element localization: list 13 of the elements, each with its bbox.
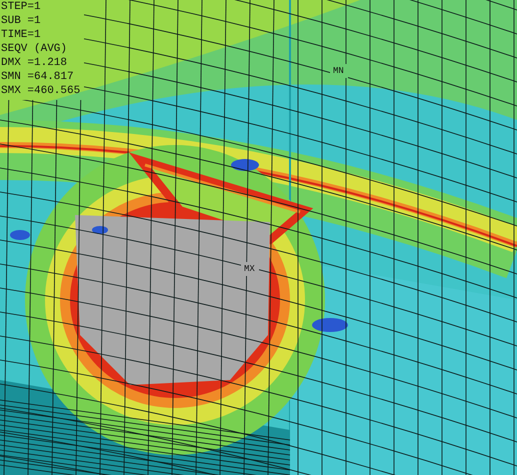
result-label: SEQV (AVG) — [1, 43, 68, 56]
low-stress-patch — [10, 230, 30, 240]
result-label: SMN =64.817 — [1, 71, 75, 84]
result-label: STEP=1 — [1, 1, 42, 14]
result-label: SMX =460.565 — [1, 85, 80, 98]
result-label: TIME=1 — [1, 29, 42, 42]
minimum-marker: MN — [333, 66, 344, 76]
low-stress-patch — [92, 226, 108, 234]
result-label: DMX =1.218 — [1, 57, 68, 70]
low-stress-patch — [312, 318, 348, 332]
maximum-marker: MX — [244, 264, 255, 274]
low-stress-patch — [231, 159, 259, 171]
result-label: SUB =1 — [1, 15, 42, 28]
